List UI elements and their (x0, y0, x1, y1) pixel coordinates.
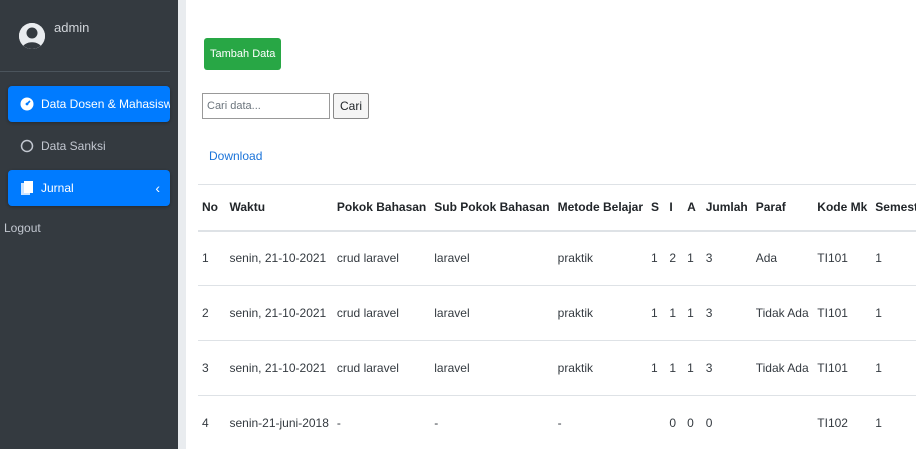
table-cell: senin, 21-10-2021 (225, 230, 333, 286)
table-cell: 1 (665, 340, 684, 396)
circle-icon (19, 138, 35, 154)
table-row: 1 senin, 21-10-2021 crud laravel laravel pra… (198, 230, 916, 286)
table-cell: 1 (871, 340, 916, 396)
table-cell: praktik (553, 285, 647, 341)
table-cell: 1 (871, 230, 916, 286)
table-cell: 1 (647, 230, 666, 286)
table-cell: TI101 (813, 285, 872, 341)
table-cell: TI102 (813, 395, 872, 449)
table-cell (647, 395, 666, 449)
column-header: A (683, 184, 702, 232)
table-cell: 1 (647, 340, 666, 396)
table-cell: 1 (683, 230, 702, 286)
column-header: I (665, 184, 684, 232)
table-cell: 1 (198, 230, 226, 286)
table-cell: laravel (430, 285, 554, 341)
table-row: 4 senin-21-juni-2018- - -0 0 0 TI102 1 (198, 395, 916, 449)
file-icon (19, 180, 35, 196)
avatar (19, 22, 45, 49)
chevron-left-icon: ‹ (155, 180, 160, 196)
table-cell: crud laravel (332, 340, 431, 396)
table-cell: 1 (871, 395, 916, 449)
sidebar-item-label: Data Dosen & Mahasiswa (41, 97, 170, 111)
table-cell (751, 395, 814, 449)
table-cell: 0 (701, 395, 752, 449)
journal-table: No Waktu Pokok Bahasan Sub Pokok Bahasan Met… (198, 184, 916, 449)
search-button[interactable]: Cari (333, 93, 370, 119)
sidebar-item-data-dosen-mahasiswa[interactable]: Data Dosen & Mahasiswa (8, 86, 170, 122)
table-cell: 1 (871, 285, 916, 341)
user-avatar-icon (19, 22, 45, 49)
table-cell: 1 (665, 285, 684, 341)
column-header: Metode Belajar (553, 184, 647, 232)
table-cell: 4 (198, 395, 226, 449)
table-cell: Tidak Ada (751, 340, 814, 396)
column-header: Kode Mk (813, 184, 872, 232)
table-cell: Ada (751, 230, 814, 286)
table-cell: 0 (665, 395, 684, 449)
table-cell: 1 (647, 285, 666, 341)
sidebar-item-label: Data Sanksi (41, 139, 106, 153)
column-header: No (198, 184, 226, 232)
table-cell: crud laravel (332, 285, 431, 341)
table-cell: praktik (553, 230, 647, 286)
table-cell: - (332, 395, 431, 449)
sidebar-item-label: Jurnal (41, 181, 74, 195)
table-cell: senin-21-juni-2018 (225, 395, 333, 449)
search-input[interactable] (202, 93, 330, 119)
table-cell: - (430, 395, 554, 449)
user-panel[interactable]: admin (0, 0, 170, 72)
table-cell: TI101 (813, 340, 872, 396)
table-row: 3 senin, 21-10-2021 crud laravel laravel pra… (198, 340, 916, 396)
sidebar: admin Data Dosen & Mahasiswa Data Sanksi… (0, 0, 178, 449)
table-cell: crud laravel (332, 230, 431, 286)
user-name: admin (54, 20, 90, 35)
table-cell: 2 (198, 285, 226, 341)
column-header: Pokok Bahasan (332, 184, 431, 232)
table-cell: 1 (683, 340, 702, 396)
table-header-row: No Waktu Pokok Bahasan Sub Pokok Bahasan Met… (198, 184, 916, 232)
table-cell: 3 (701, 340, 752, 396)
table-cell: 1 (683, 285, 702, 341)
column-header: Sub Pokok Bahasan (430, 184, 554, 232)
sidebar-divider (178, 0, 186, 449)
table-cell: 3 (701, 285, 752, 341)
table-cell: senin, 21-10-2021 (225, 340, 333, 396)
column-header: Waktu (225, 184, 333, 232)
sidebar-item-jurnal[interactable]: Jurnal ‹ (8, 170, 170, 206)
column-header: S (647, 184, 666, 232)
table-cell: - (553, 395, 647, 449)
add-data-button[interactable]: Tambah Data (204, 38, 282, 70)
sidebar-item-data-sanksi[interactable]: Data Sanksi (8, 128, 170, 164)
table-cell: senin, 21-10-2021 (225, 285, 333, 341)
column-header: Paraf (751, 184, 814, 232)
table-cell: 2 (665, 230, 684, 286)
column-header: Jumlah (701, 184, 752, 232)
tachometer-icon (19, 96, 35, 112)
column-header: Semester (871, 184, 916, 232)
main-content: Tambah Data Cari Download NoWaktuPokok B… (186, 0, 916, 449)
table-cell: TI101 (813, 230, 872, 286)
table-cell: praktik (553, 340, 647, 396)
table-cell: 3 (198, 340, 226, 396)
logout-link[interactable]: Logout (4, 212, 178, 244)
download-link[interactable]: Download (209, 149, 262, 163)
table-cell: laravel (430, 340, 554, 396)
table-row: 2 senin, 21-10-2021 crud laravel laravel pra… (198, 285, 916, 341)
table-cell: laravel (430, 230, 554, 286)
table-cell: 3 (701, 230, 752, 286)
table-cell: Tidak Ada (751, 285, 814, 341)
table-cell: 0 (683, 395, 702, 449)
